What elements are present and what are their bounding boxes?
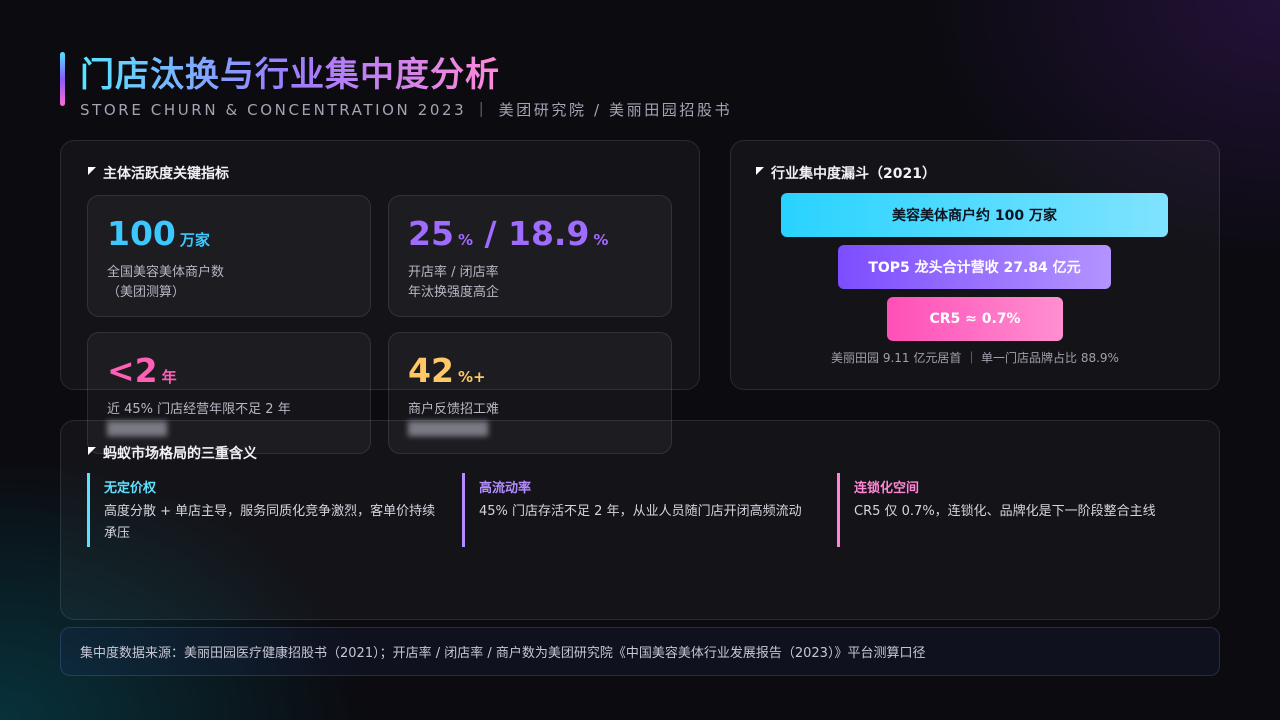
metric-number: 42 <box>408 351 454 390</box>
metrics-heading-label: 主体活跃度关键指标 <box>103 166 229 182</box>
metric-value: 25% / 18.9% <box>408 214 608 253</box>
funnel-level-cr5: CR5 ≈ 0.7% <box>887 297 1063 341</box>
funnel-level-top5: TOP5 龙头合计营收 27.84 亿元 <box>838 245 1111 289</box>
funnel-level-label: 美容美体商户约 100 万家 <box>892 208 1057 224</box>
triangle-marker-icon <box>88 167 96 175</box>
meaning-title: 连锁化空间 <box>854 481 920 496</box>
meanings-heading-label: 蚂蚁市场格局的三重含义 <box>103 446 257 462</box>
metric-number: 100 <box>107 214 176 253</box>
meaning-pricing-power: 无定价权 高度分散 + 单店主导，服务同质化竞争激烈，客单价持续承压 <box>87 473 442 547</box>
meaning-chain-space: 连锁化空间 CR5 仅 0.7%，连锁化、品牌化是下一阶段整合主线 <box>837 473 1192 547</box>
meanings-heading: 蚂蚁市场格局的三重含义 <box>88 443 257 463</box>
funnel-level-merchants: 美容美体商户约 100 万家 <box>781 193 1168 237</box>
metrics-heading: 主体活跃度关键指标 <box>88 163 229 183</box>
meaning-title: 无定价权 <box>104 481 157 496</box>
source-note: 集中度数据来源：美丽田园医疗健康招股书（2021）；开店率 / 闭店率 / 商户… <box>60 627 1220 676</box>
metric-number-b: / 18.9 <box>472 214 590 253</box>
metric-unit: %+ <box>457 368 486 386</box>
page-subtitle: STORE CHURN & CONCENTRATION 2023 ｜ 美团研究院… <box>80 101 733 119</box>
metric-unit: 万家 <box>179 231 210 249</box>
meaning-high-turnover: 高流动率 45% 门店存活不足 2 年，从业人员随门店开闭高频流动 <box>462 473 817 547</box>
metric-number: <2 <box>107 351 158 390</box>
metric-desc-line2: 年汰换强度高企 <box>408 285 500 300</box>
metric-unit: 年 <box>161 368 177 386</box>
metric-description: 全国美容美体商户数 （美团测算） <box>107 263 224 303</box>
meaning-text: CR5 仅 0.7%，连锁化、品牌化是下一阶段整合主线 <box>854 504 1156 519</box>
metric-value: <2 年 <box>107 351 177 390</box>
metric-desc-line1: 开店率 / 闭店率 <box>408 265 499 280</box>
meaning-text: 45% 门店存活不足 2 年，从业人员随门店开闭高频流动 <box>479 504 802 519</box>
metric-unit: % <box>457 231 473 249</box>
source-text: 集中度数据来源：美丽田园医疗健康招股书（2021）；开店率 / 闭店率 / 商户… <box>80 646 926 661</box>
meaning-text: 高度分散 + 单店主导，服务同质化竞争激烈，客单价持续承压 <box>104 504 436 541</box>
metric-value: 42 %+ <box>408 351 486 390</box>
triangle-marker-icon <box>88 447 96 455</box>
funnel-heading-label: 行业集中度漏斗（2021） <box>771 166 936 182</box>
metric-unit-b: % <box>593 231 609 249</box>
metric-description: 开店率 / 闭店率 年汰换强度高企 <box>408 263 499 303</box>
funnel-level-label: TOP5 龙头合计营收 27.84 亿元 <box>868 260 1081 276</box>
metric-desc-line1: 全国美容美体商户数 <box>107 265 225 280</box>
metric-card-merchants: 100 万家 全国美容美体商户数 （美团测算） <box>87 195 371 317</box>
metric-value: 100 万家 <box>107 214 210 253</box>
title-accent-bar <box>60 52 65 106</box>
metric-desc-line2: （美团测算） <box>107 285 186 300</box>
meaning-title: 高流动率 <box>479 481 532 496</box>
triangle-marker-icon <box>756 167 764 175</box>
metric-card-open-close-rate: 25% / 18.9% 开店率 / 闭店率 年汰换强度高企 <box>388 195 672 317</box>
metric-desc-line1: 近 45% 门店经营年限不足 2 年 <box>107 402 291 417</box>
page-title: 门店汰换与行业集中度分析 <box>80 55 500 95</box>
funnel-heading: 行业集中度漏斗（2021） <box>756 163 936 183</box>
funnel-note: 美丽田园 9.11 亿元居首 ｜ 单一门店品牌占比 88.9% <box>831 351 1119 365</box>
metric-number: 25 <box>408 214 454 253</box>
funnel-level-label: CR5 ≈ 0.7% <box>929 311 1021 327</box>
metric-desc-line1: 商户反馈招工难 <box>408 402 500 417</box>
